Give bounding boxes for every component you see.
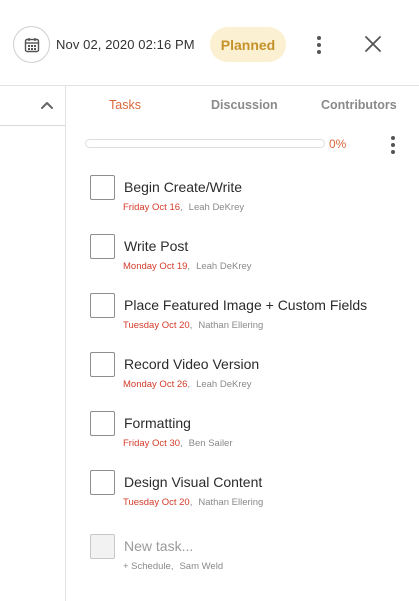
task-separator: , xyxy=(187,261,191,272)
task-assignee[interactable]: Nathan Ellering xyxy=(198,320,263,331)
tab-contributors[interactable]: Contributors xyxy=(321,98,397,112)
task-checkbox[interactable] xyxy=(90,234,115,259)
close-icon[interactable] xyxy=(363,34,383,54)
task-item: Write Post Monday Oct 19, Leah DeKrey xyxy=(90,234,410,282)
status-badge[interactable]: Planned xyxy=(210,27,286,62)
new-task-assignee[interactable]: Sam Weld xyxy=(179,561,223,572)
task-item: Formatting Friday Oct 30, Ben Sailer xyxy=(90,411,410,459)
task-meta: Tuesday Oct 20, Nathan Ellering xyxy=(123,497,263,508)
task-meta: Monday Oct 19, Leah DeKrey xyxy=(123,261,252,272)
task-checkbox[interactable] xyxy=(90,352,115,377)
task-due-date[interactable]: Tuesday Oct 20 xyxy=(123,497,190,508)
publish-date[interactable]: Nov 02, 2020 02:16 PM xyxy=(56,37,195,52)
left-pane xyxy=(0,86,66,601)
new-task-input[interactable]: New task... xyxy=(124,538,193,554)
task-meta: Tuesday Oct 20, Nathan Ellering xyxy=(123,320,263,331)
task-separator: , xyxy=(189,497,193,508)
task-item: Place Featured Image + Custom Fields Tue… xyxy=(90,293,410,341)
task-title[interactable]: Record Video Version xyxy=(124,356,259,372)
new-task-row: New task... + Schedule, Sam Weld xyxy=(90,534,410,582)
task-assignee[interactable]: Leah DeKrey xyxy=(189,202,244,213)
task-checkbox[interactable] xyxy=(90,293,115,318)
task-title[interactable]: Formatting xyxy=(124,415,191,431)
calendar-icon xyxy=(24,37,39,52)
task-due-date[interactable]: Monday Oct 26 xyxy=(123,379,187,390)
task-assignee[interactable]: Leah DeKrey xyxy=(196,261,251,272)
calendar-button[interactable] xyxy=(13,26,50,63)
new-task-meta: + Schedule, Sam Weld xyxy=(123,561,223,572)
left-pane-header xyxy=(0,86,65,126)
new-task-checkbox xyxy=(90,534,115,559)
task-due-date[interactable]: Tuesday Oct 20 xyxy=(123,320,190,331)
panel-header: Nov 02, 2020 02:16 PM Planned xyxy=(0,0,419,86)
task-separator: , xyxy=(180,438,183,449)
task-title[interactable]: Write Post xyxy=(124,238,188,254)
chevron-up-icon[interactable] xyxy=(40,98,54,112)
tab-discussion[interactable]: Discussion xyxy=(211,98,278,112)
more-options-icon[interactable] xyxy=(316,36,322,54)
task-meta: Friday Oct 30, Ben Sailer xyxy=(123,438,233,449)
schedule-link[interactable]: + Schedule xyxy=(123,561,171,572)
task-title[interactable]: Begin Create/Write xyxy=(124,179,242,195)
task-item: Design Visual Content Tuesday Oct 20, Nat… xyxy=(90,470,410,518)
task-assignee[interactable]: Nathan Ellering xyxy=(198,497,263,508)
task-options-icon[interactable] xyxy=(390,136,396,154)
tab-bar: Tasks Discussion Contributors xyxy=(66,86,419,124)
task-separator: , xyxy=(180,202,183,213)
task-checkbox[interactable] xyxy=(90,411,115,436)
task-due-date[interactable]: Friday Oct 16 xyxy=(123,202,180,213)
task-item: Begin Create/Write Friday Oct 16, Leah De… xyxy=(90,175,410,223)
task-title[interactable]: Design Visual Content xyxy=(124,474,262,490)
task-separator: , xyxy=(187,379,191,390)
progress-bar xyxy=(85,139,325,148)
task-checkbox[interactable] xyxy=(90,175,115,200)
tab-tasks[interactable]: Tasks xyxy=(109,98,141,112)
task-meta: Monday Oct 26, Leah DeKrey xyxy=(123,379,252,390)
task-title[interactable]: Place Featured Image + Custom Fields xyxy=(124,297,367,313)
task-meta: Friday Oct 16, Leah DeKrey xyxy=(123,202,244,213)
task-assignee[interactable]: Leah DeKrey xyxy=(196,379,251,390)
task-due-date[interactable]: Monday Oct 19 xyxy=(123,261,187,272)
task-separator: , xyxy=(189,320,193,331)
task-assignee[interactable]: Ben Sailer xyxy=(189,438,233,449)
task-item: Record Video Version Monday Oct 26, Leah … xyxy=(90,352,410,400)
task-due-date[interactable]: Friday Oct 30 xyxy=(123,438,180,449)
task-separator: , xyxy=(170,561,174,572)
progress-percent: 0% xyxy=(329,137,347,151)
task-checkbox[interactable] xyxy=(90,470,115,495)
